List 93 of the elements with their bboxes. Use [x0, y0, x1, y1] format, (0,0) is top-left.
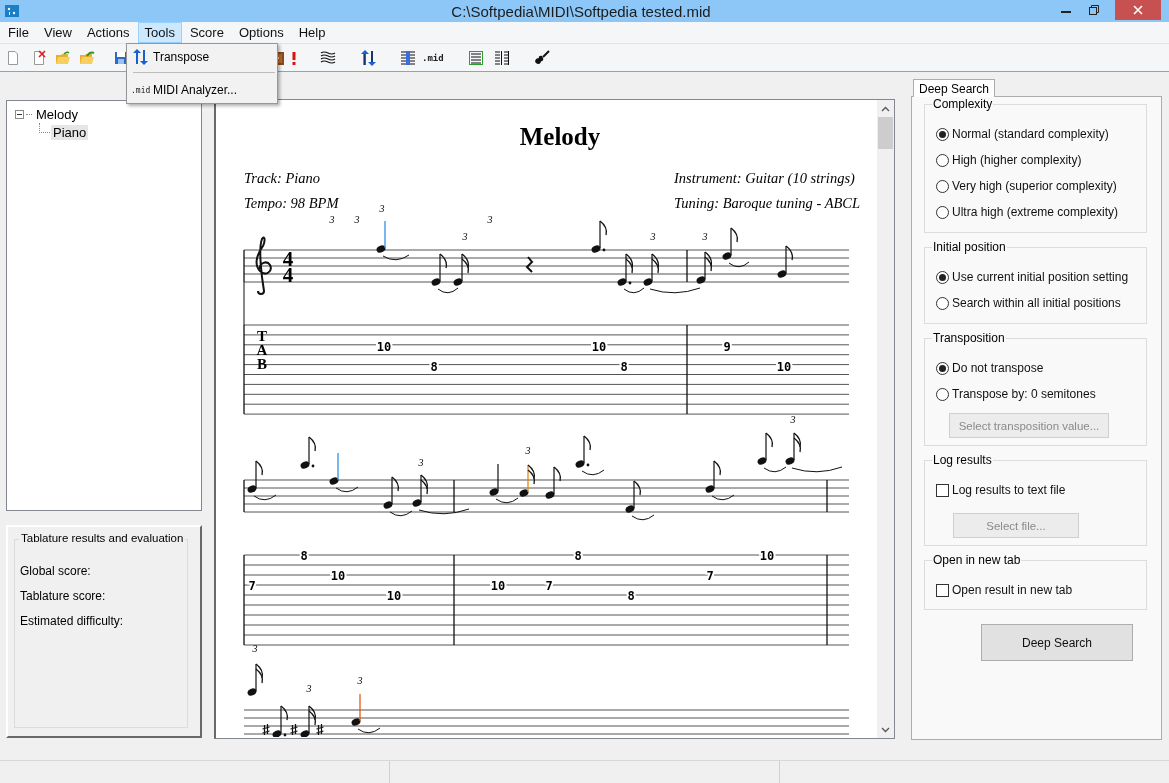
fret-number: 7	[248, 579, 256, 593]
field-label: Tablature score:	[20, 589, 107, 603]
field-label: Estimated difficulty:	[20, 614, 125, 628]
tuplet-mark: 3	[379, 203, 385, 214]
menu-item[interactable]: Options	[231, 22, 291, 43]
columns-icon[interactable]	[493, 49, 510, 66]
group-title: Open in new tab	[932, 553, 1022, 567]
option-label[interactable]: Very high (superior complexity)	[952, 179, 1117, 193]
fret-number: 10	[591, 340, 607, 354]
exclamation-icon[interactable]	[290, 49, 298, 66]
group-title: Complexity	[932, 97, 994, 111]
fret-number: 8	[574, 549, 582, 563]
list-icon[interactable]	[400, 49, 416, 66]
tuplet-mark: 3	[357, 675, 363, 686]
up-down-arrows-icon[interactable]	[360, 49, 376, 66]
menu-item[interactable]: Score	[182, 22, 231, 43]
treble-clef-icon	[255, 236, 272, 295]
up-down-arrows-icon	[131, 49, 149, 65]
tempo-label: Tempo: 98 BPM	[244, 195, 339, 211]
fret-number: 7	[706, 569, 714, 583]
radio-button[interactable]	[936, 387, 949, 401]
group-title: Tablature results and evaluation	[19, 532, 186, 544]
fret-number: 10	[386, 589, 402, 603]
menu-entry[interactable]: Transpose	[127, 46, 277, 68]
menu-item[interactable]: File	[1, 22, 36, 43]
collapse-icon[interactable]	[15, 109, 24, 119]
fret-number: 7	[545, 579, 553, 593]
tuplet-mark: 3	[650, 231, 656, 242]
option-label[interactable]: Search within all initial positions	[952, 296, 1121, 310]
fret-number: 10	[330, 569, 346, 583]
option-label[interactable]: Use current initial position setting	[952, 270, 1129, 284]
guitar-icon[interactable]	[533, 49, 550, 66]
menu-item[interactable]: Actions	[79, 22, 137, 43]
group-title: Initial position	[932, 240, 1007, 254]
option-label[interactable]: High (higher complexity)	[952, 153, 1082, 167]
tab[interactable]: Deep Search	[913, 79, 996, 97]
menu-entry[interactable]: .mid MIDI Analyzer...	[127, 79, 277, 101]
save-icon[interactable]	[113, 49, 129, 66]
tuplet-mark: 3	[702, 231, 708, 242]
checkbox[interactable]	[936, 483, 949, 497]
scrollbar-thumb[interactable]	[878, 117, 893, 149]
scrollbar[interactable]	[877, 100, 894, 738]
radio-button[interactable]	[936, 270, 949, 284]
menu-item[interactable]: Tools	[137, 22, 182, 43]
fret-number: 8	[300, 549, 308, 563]
tuplet-mark: 3	[329, 214, 335, 225]
radio-button[interactable]	[936, 153, 949, 167]
tuplet-mark: 3	[252, 643, 258, 654]
delete-document-icon[interactable]	[31, 49, 47, 66]
radio-button[interactable]	[936, 205, 949, 219]
tuning-label: Tuning: Baroque tuning - ABCL	[674, 195, 861, 211]
tuplet-mark: 3	[525, 445, 531, 456]
radio-button[interactable]	[936, 361, 949, 375]
radio-button[interactable]	[936, 127, 949, 141]
option-label[interactable]: Log results to text file	[952, 483, 1066, 497]
window-title: C:\Softpedia\MIDI\Softpedia tested.mid	[450, 2, 712, 20]
tuplet-mark: 3	[354, 214, 360, 225]
group-title: Log results	[932, 453, 993, 467]
field-label: Global score:	[20, 564, 92, 578]
option-label[interactable]: Transpose by: 0 semitones	[952, 387, 1096, 401]
tuplet-mark: 3	[418, 457, 424, 468]
folder-icon[interactable]	[79, 49, 95, 66]
checkbox[interactable]	[936, 583, 949, 597]
instrument-label: Instrument: Guitar (10 strings)	[674, 170, 855, 186]
option-label[interactable]: Open result in new tab	[952, 583, 1073, 597]
new-document-icon[interactable]	[5, 49, 21, 66]
close-icon[interactable]	[1115, 0, 1161, 20]
app-icon	[5, 5, 19, 17]
tuplet-mark: 3	[306, 683, 312, 694]
menu-item[interactable]: View	[36, 22, 79, 43]
fret-number: 10	[490, 579, 506, 593]
tree-item[interactable]: Melody	[34, 106, 80, 122]
waves-icon[interactable]	[320, 49, 336, 66]
toolbar-label[interactable]: .mid	[422, 52, 444, 63]
tuplet-mark: 3	[790, 414, 796, 425]
fret-number: 10	[376, 340, 392, 354]
tuplet-mark: 3	[487, 214, 493, 225]
radio-button[interactable]	[936, 296, 949, 310]
option-label[interactable]: Normal (standard complexity)	[952, 127, 1109, 141]
option-label[interactable]: Do not transpose	[952, 361, 1044, 375]
option-label[interactable]: Ultra high (extreme complexity)	[952, 205, 1119, 219]
tuplet-mark: 3	[462, 231, 468, 242]
fret-number: 9	[723, 340, 731, 354]
radio-button[interactable]	[936, 179, 949, 193]
deep-search-button[interactable]: Deep Search	[981, 624, 1133, 661]
track-label: Track: Piano	[244, 170, 321, 186]
score-title: Melody	[519, 123, 601, 150]
fret-number: 10	[759, 549, 775, 563]
tree-item[interactable]: Piano	[51, 124, 89, 140]
table-icon[interactable]	[467, 49, 484, 66]
group-title: Transposition	[932, 331, 1006, 345]
fret-number: 8	[627, 589, 635, 603]
menu-item[interactable]: Help	[291, 22, 333, 43]
